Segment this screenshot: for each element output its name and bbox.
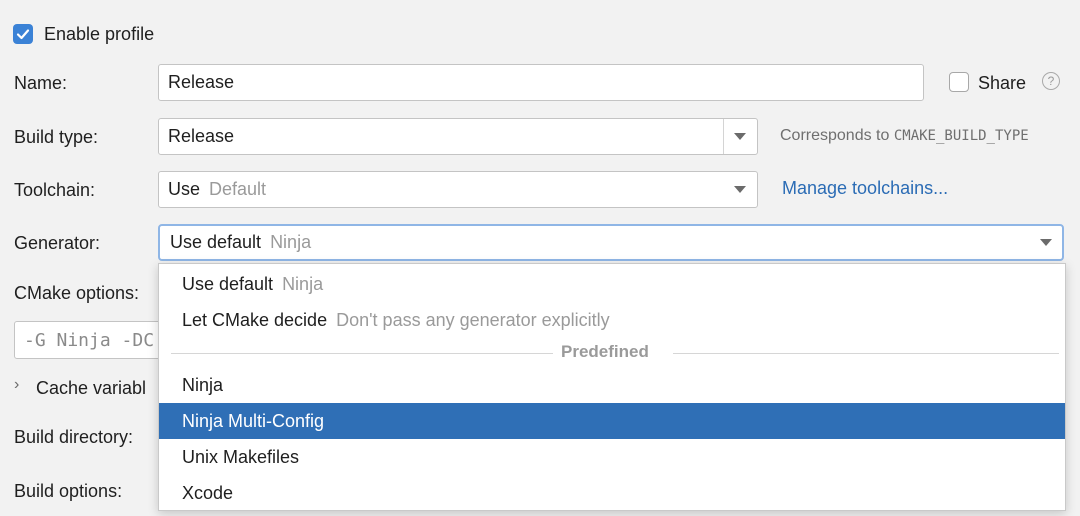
help-icon[interactable]: ? — [1042, 72, 1060, 90]
enable-profile-label: Enable profile — [44, 24, 154, 45]
share-label: Share — [978, 73, 1026, 94]
toolchain-label: Toolchain: — [14, 180, 95, 201]
chevron-down-icon[interactable] — [734, 133, 746, 140]
chevron-down-icon[interactable] — [1040, 239, 1052, 246]
generator-detail: Ninja — [270, 232, 311, 253]
name-value: Release — [168, 72, 234, 93]
share-checkbox[interactable] — [949, 72, 969, 92]
toolchain-value: Use — [168, 179, 200, 200]
separator-line — [171, 353, 553, 354]
chevron-right-icon[interactable]: › — [14, 376, 19, 394]
checkmark-icon — [16, 27, 30, 41]
option-unix-makefiles[interactable]: Unix Makefiles — [159, 439, 1065, 475]
enable-profile-checkbox[interactable] — [13, 24, 33, 44]
generator-value: Use default — [170, 232, 261, 253]
option-xcode[interactable]: Xcode — [159, 475, 1065, 511]
build-type-combo[interactable]: Release — [158, 118, 758, 155]
name-label: Name: — [14, 73, 67, 94]
build-type-label: Build type: — [14, 127, 98, 148]
generator-combo[interactable]: Use default Ninja — [158, 224, 1064, 261]
chevron-down-icon[interactable] — [734, 186, 746, 193]
build-directory-label: Build directory: — [14, 427, 133, 448]
generator-label: Generator: — [14, 233, 100, 254]
option-ninja[interactable]: Ninja — [159, 367, 1065, 403]
manage-toolchains-link[interactable]: Manage toolchains... — [782, 178, 948, 199]
combo-divider — [723, 119, 724, 154]
cmake-options-label: CMake options: — [14, 283, 139, 304]
build-options-label: Build options: — [14, 481, 122, 502]
generator-dropdown-list: Use default Ninja Let CMake decide Don't… — [158, 263, 1066, 511]
toolchain-combo[interactable]: Use Default — [158, 171, 758, 208]
build-type-hint: Corresponds to CMAKE_BUILD_TYPE — [780, 127, 1029, 145]
separator-label-predefined: Predefined — [561, 342, 649, 362]
toolchain-detail: Default — [209, 179, 266, 200]
cache-variables-label[interactable]: Cache variabl — [36, 378, 146, 399]
cmake-options-input[interactable]: -G Ninja -DC — [14, 321, 164, 359]
name-input[interactable]: Release — [158, 64, 924, 101]
option-ninja-multi-config[interactable]: Ninja Multi-Config — [159, 403, 1065, 439]
cmake-options-value: -G Ninja -DC — [24, 330, 154, 351]
build-type-value: Release — [168, 126, 234, 147]
option-use-default[interactable]: Use default Ninja — [159, 266, 1065, 302]
option-let-cmake-decide[interactable]: Let CMake decide Don't pass any generato… — [159, 302, 1065, 338]
separator-line — [673, 353, 1059, 354]
